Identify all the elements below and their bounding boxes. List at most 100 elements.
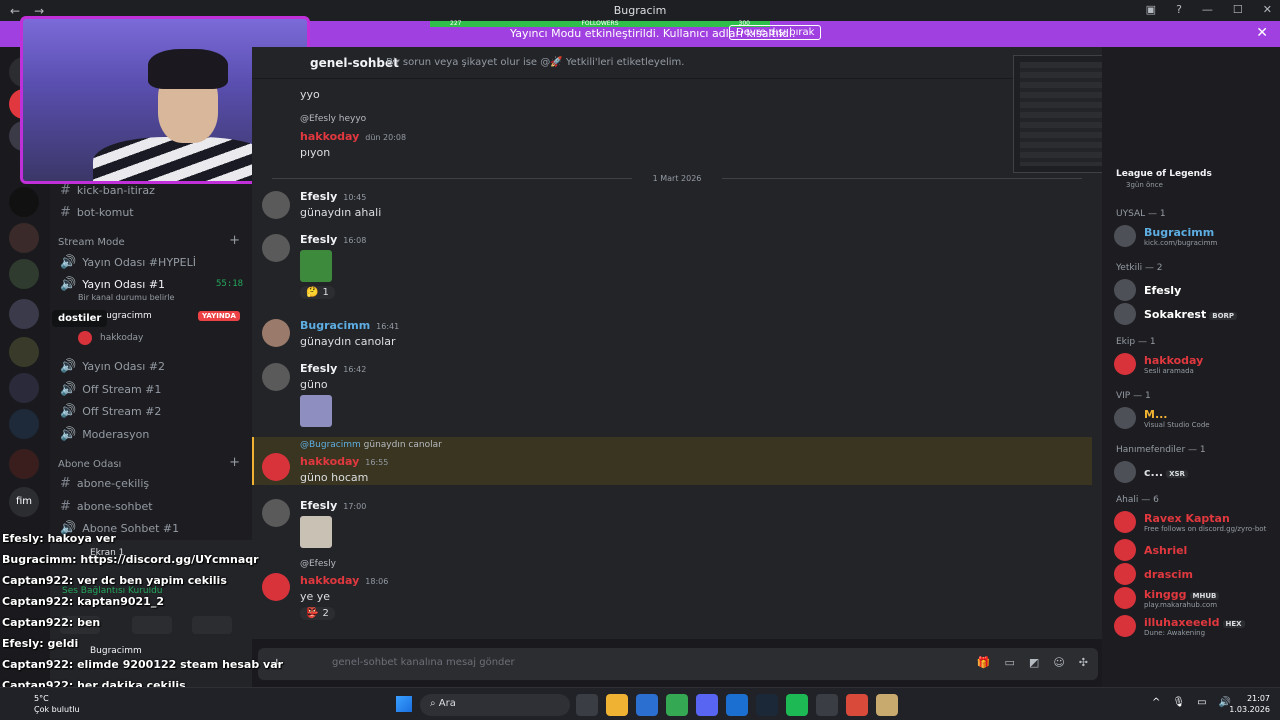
inbox-icon[interactable]: ▣ xyxy=(1146,3,1156,16)
voice-channel-moderasyon[interactable]: 🔊 Moderasyon xyxy=(60,427,149,442)
start-icon[interactable] xyxy=(396,696,412,712)
maximize-icon[interactable]: ☐ xyxy=(1233,3,1243,16)
avatar[interactable] xyxy=(262,191,290,219)
pepe-emoji-image[interactable] xyxy=(300,250,332,282)
reply-preview[interactable]: @Efesly xyxy=(300,559,336,569)
channel-topic: Bir sorun veya şikayet olur ise @🚀 Yetki… xyxy=(386,57,685,68)
avatar[interactable] xyxy=(262,573,290,601)
spotify-icon[interactable] xyxy=(786,694,808,716)
help-icon[interactable]: ? xyxy=(1176,3,1182,16)
member-list: League of Legends 3gün önce UYSAL — 1 Bug… xyxy=(1102,47,1280,687)
member-item[interactable]: M... Visual Studio Code xyxy=(1114,407,1274,429)
overlay-chat-line: Captan922: elimde 9200122 steam hesab va… xyxy=(2,658,284,671)
avatar xyxy=(1114,407,1136,429)
apps-icon[interactable]: ✣ xyxy=(1079,656,1088,669)
member-name: hakkoday xyxy=(1144,353,1204,367)
channel-abone-sohbet[interactable]: # abone-sohbet xyxy=(60,499,153,514)
member-item[interactable]: kinggg MHUB play.makarahub.com xyxy=(1114,587,1274,609)
display-icon[interactable]: ▭ xyxy=(1197,697,1206,708)
server-icon[interactable] xyxy=(9,187,39,217)
weather-widget[interactable]: 5°C Çok bulutlu xyxy=(34,693,80,715)
overlay-chat-line: Captan922: ben xyxy=(2,616,101,629)
avatar[interactable] xyxy=(262,319,290,347)
voice-channel-hypeli[interactable]: 🔊 Yayın Odası #HYPELİ xyxy=(60,255,196,270)
chat-header: genel-sohbet Bir sorun veya şikayet olur… xyxy=(252,47,1102,79)
close-window-icon[interactable]: ✕ xyxy=(1263,3,1272,16)
speaker-icon: 🔊 xyxy=(60,255,77,270)
live-badge: YAYINDA xyxy=(198,311,240,321)
avatar xyxy=(1114,563,1136,585)
voice-channel-off-2[interactable]: 🔊 Off Stream #2 xyxy=(60,404,161,419)
obs-icon[interactable] xyxy=(846,694,868,716)
voice-user-hakkoday[interactable]: hakkoday xyxy=(100,333,143,343)
member-item[interactable]: Ashriel xyxy=(1114,539,1274,561)
clock[interactable]: 21:07 1.03.2026 xyxy=(1229,693,1270,715)
member-item[interactable]: hakkoday Sesli aramada xyxy=(1114,353,1274,375)
app-icon[interactable] xyxy=(726,694,748,716)
reaction[interactable]: 🤔 1 xyxy=(300,286,335,299)
speaker-icon: 🔊 xyxy=(60,382,77,397)
sticker-icon[interactable]: ◩ xyxy=(1029,656,1039,669)
avatar[interactable] xyxy=(262,499,290,527)
disable-streamer-mode-button[interactable]: Devre dışı bırak xyxy=(729,25,822,40)
gift-icon[interactable]: 🎁 xyxy=(977,656,991,669)
category-stream-mode[interactable]: Stream Mode xyxy=(58,237,125,248)
emoji-picker-icon[interactable]: ☺ xyxy=(1053,656,1064,669)
message-input[interactable]: genel-sohbet kanalına mesaj gönder xyxy=(332,657,515,668)
avatar[interactable] xyxy=(262,234,290,262)
member-item[interactable]: Sokakrest BORP xyxy=(1114,303,1274,325)
voice-channel-yayin-1[interactable]: 🔊 Yayın Odası #1 xyxy=(60,277,165,292)
gif-icon[interactable]: ▭ xyxy=(1005,656,1015,669)
cat-image[interactable] xyxy=(300,516,332,548)
avatar[interactable] xyxy=(262,363,290,391)
cat-image[interactable] xyxy=(300,395,332,427)
reply-preview[interactable]: @Efesly heyyo xyxy=(300,114,366,124)
voice-channel-off-1[interactable]: 🔊 Off Stream #1 xyxy=(60,382,161,397)
minimize-icon[interactable]: — xyxy=(1202,3,1213,16)
server-fim[interactable]: fim xyxy=(9,487,39,517)
server-folder[interactable] xyxy=(9,449,39,479)
app-icon[interactable] xyxy=(816,694,838,716)
reply-preview[interactable]: @Bugracimm günaydın canolar xyxy=(300,440,442,450)
league-client-icon[interactable] xyxy=(876,694,898,716)
avatar xyxy=(1114,461,1136,483)
channel-abone-cekilis[interactable]: # abone-çekiliş xyxy=(60,476,149,491)
discord-icon[interactable] xyxy=(696,694,718,716)
category-abone[interactable]: Abone Odası xyxy=(58,459,121,470)
server-folder[interactable] xyxy=(9,299,39,329)
add-channel-icon[interactable]: + xyxy=(229,233,240,248)
add-channel-icon[interactable]: + xyxy=(229,455,240,470)
member-item[interactable]: illuhaxeeeld HEX Dune: Awakening xyxy=(1114,615,1274,637)
server-icon[interactable] xyxy=(9,223,39,253)
task-view-icon[interactable] xyxy=(576,694,598,716)
member-item[interactable]: Bugracimm kick.com/bugracimm xyxy=(1114,225,1274,247)
steam-icon[interactable] xyxy=(756,694,778,716)
message-composer[interactable]: + genel-sohbet kanalına mesaj gönder 🎁 ▭… xyxy=(258,648,1098,680)
channel-status[interactable]: Bir kanal durumu belirle xyxy=(78,293,174,302)
member-name: c... XSR xyxy=(1144,466,1188,479)
mic-icon[interactable]: 🎙 xyxy=(1172,697,1185,708)
tray-chevron-icon[interactable]: ^ xyxy=(1152,697,1160,708)
member-item[interactable]: Efesly xyxy=(1114,279,1274,301)
reaction[interactable]: 👺 2 xyxy=(300,607,335,620)
store-icon[interactable] xyxy=(636,694,658,716)
server-folder[interactable] xyxy=(9,373,39,403)
chrome-icon[interactable] xyxy=(666,694,688,716)
close-banner-icon[interactable]: ✕ xyxy=(1256,25,1268,41)
member-item[interactable]: c... XSR xyxy=(1114,461,1274,483)
channel-bot-komut[interactable]: # bot-komut xyxy=(60,205,134,220)
member-name: M... xyxy=(1144,407,1168,421)
avatar[interactable] xyxy=(262,453,290,481)
voice-user-bugracimm[interactable]: Bugracimm xyxy=(100,311,152,321)
server-folder[interactable] xyxy=(9,259,39,289)
member-item[interactable]: Ravex Kaptan Free follows on discord.gg/z… xyxy=(1114,511,1274,533)
voice-channel-yayin-2[interactable]: 🔊 Yayın Odası #2 xyxy=(60,359,165,374)
server-folder[interactable] xyxy=(9,409,39,439)
file-explorer-icon[interactable] xyxy=(606,694,628,716)
avatar xyxy=(1114,511,1136,533)
server-folder[interactable] xyxy=(9,337,39,367)
taskbar-search[interactable]: ⌕ Ara xyxy=(420,694,570,716)
member-item[interactable]: drascim xyxy=(1114,563,1274,585)
channel-kick-ban-itiraz[interactable]: # kick-ban-itiraz xyxy=(60,183,155,198)
member-name: drascim xyxy=(1144,567,1194,581)
